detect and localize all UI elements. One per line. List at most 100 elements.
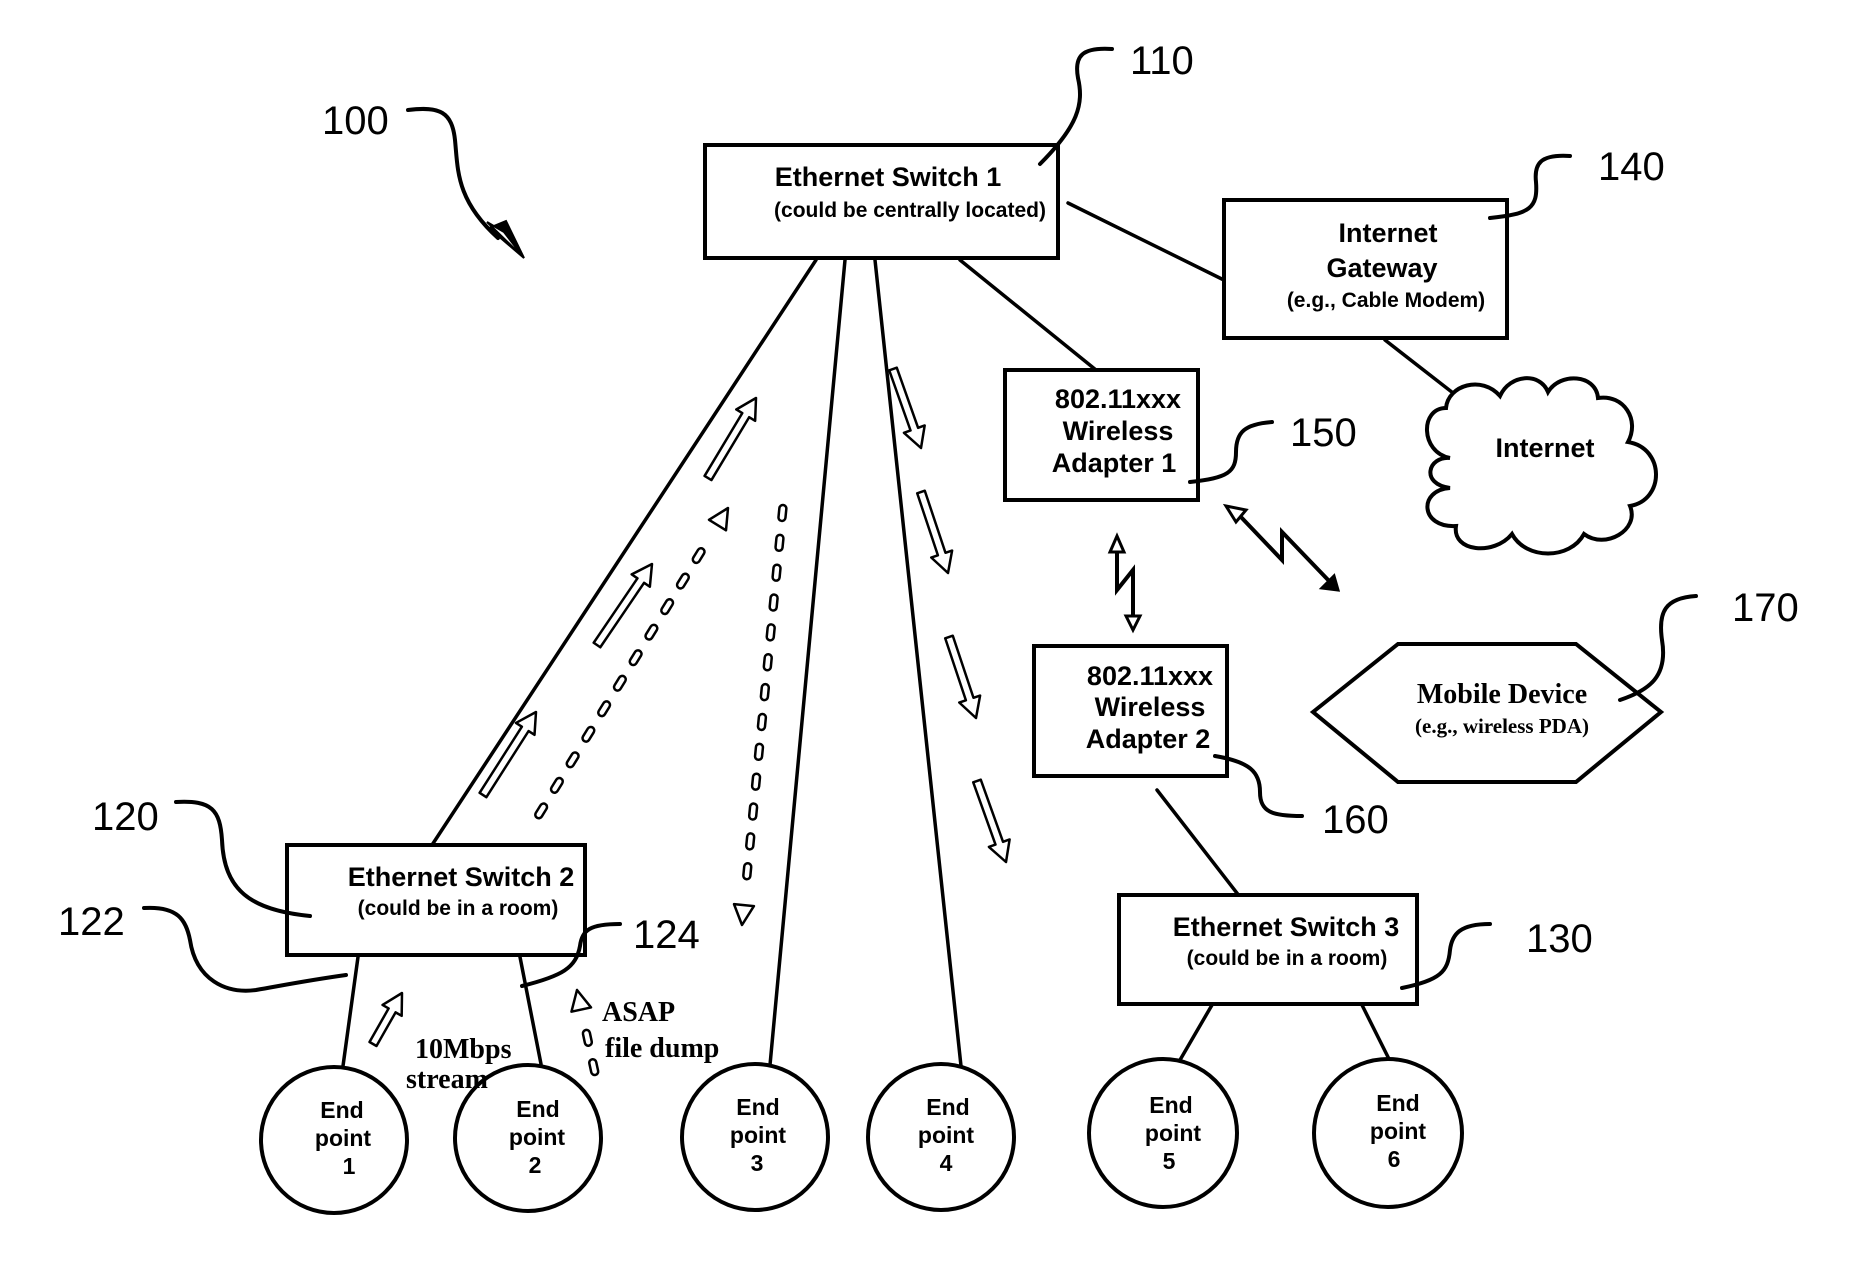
dash-segment bbox=[759, 682, 771, 702]
endpoint-1-line2: point bbox=[315, 1125, 372, 1151]
dash-segment bbox=[581, 1028, 594, 1047]
dash-segment bbox=[756, 712, 768, 732]
down-arrow-icon bbox=[971, 778, 1011, 864]
ref-100: 100 bbox=[322, 99, 389, 143]
wireless-adapter-1[interactable]: 802.11xxx Wireless Adapter 1 bbox=[1003, 368, 1200, 502]
wireless-adapter-2[interactable]: 802.11xxx Wireless Adapter 2 bbox=[1032, 644, 1229, 778]
ref-100-arrowhead bbox=[486, 219, 525, 259]
link-switch1-endpoint3 bbox=[768, 258, 847, 1067]
endpoint-4-line2: point bbox=[918, 1122, 975, 1148]
endpoint-5[interactable]: End point 5 bbox=[1087, 1057, 1239, 1209]
adapter1-line1: 802.11xxx bbox=[1055, 384, 1181, 414]
wireless-bolt-icon bbox=[1115, 548, 1135, 618]
endpoint-4[interactable]: End point 4 bbox=[866, 1062, 1016, 1212]
link-switch2-endpoint2 bbox=[518, 955, 543, 1066]
cloud-icon bbox=[1425, 376, 1658, 556]
network-diagram: Ethernet Switch 1 (could be centrally lo… bbox=[0, 0, 1869, 1265]
dash-segment bbox=[534, 802, 549, 820]
up-arrow-icon bbox=[703, 396, 758, 482]
arrowhead bbox=[570, 988, 593, 1013]
adapter1-line2: Wireless bbox=[1063, 416, 1174, 446]
mobile-title: Mobile Device bbox=[1417, 679, 1587, 710]
dash-segment bbox=[597, 700, 612, 718]
dump-label-line2: file dump bbox=[605, 1033, 719, 1064]
switch2-title: Ethernet Switch 2 bbox=[348, 862, 575, 892]
dash-segment bbox=[549, 776, 565, 794]
ref-130: 130 bbox=[1526, 917, 1593, 961]
dash-segment bbox=[628, 649, 643, 667]
link-switch1-gateway bbox=[1066, 201, 1238, 288]
down-arrow-icon bbox=[943, 634, 982, 720]
dash-segment bbox=[675, 572, 691, 590]
ref-170-leader bbox=[1618, 594, 1698, 702]
dash-segment bbox=[762, 653, 773, 672]
ethernet-switch-3[interactable]: Ethernet Switch 3 (could be in a room) bbox=[1117, 893, 1419, 1006]
dash-segment bbox=[745, 832, 756, 851]
switch3-subtitle: (could be in a room) bbox=[1187, 947, 1388, 970]
arrowhead bbox=[707, 506, 730, 532]
ethernet-switch-1[interactable]: Ethernet Switch 1 (could be centrally lo… bbox=[703, 143, 1060, 260]
up-arrow-icon bbox=[368, 991, 404, 1048]
dash-segment bbox=[768, 593, 779, 612]
ref-122: 122 bbox=[58, 900, 125, 944]
endpoint-3[interactable]: End point 3 bbox=[680, 1062, 830, 1212]
dash-segment bbox=[777, 503, 788, 523]
endpoint-2-number: 2 bbox=[529, 1152, 542, 1178]
switch1-subtitle: (could be centrally located) bbox=[774, 199, 1046, 222]
ref-110: 110 bbox=[1130, 39, 1194, 83]
ref-150: 150 bbox=[1290, 411, 1357, 455]
up-arrow-icon bbox=[478, 710, 538, 799]
adapter2-line2: Wireless bbox=[1095, 692, 1206, 722]
ref-100-leader bbox=[406, 106, 500, 240]
internet-cloud[interactable]: Internet bbox=[1425, 376, 1658, 556]
dashed-down-arrow-icon bbox=[732, 503, 788, 927]
wireless-link-adapter1-mobile bbox=[1222, 503, 1341, 592]
switch2-subtitle: (could be in a room) bbox=[358, 897, 559, 920]
link-adapter2-switch3 bbox=[1155, 788, 1242, 899]
stream-label-line2: stream bbox=[406, 1064, 488, 1095]
stream-label-line1: 10Mbps bbox=[415, 1034, 512, 1065]
dash-segment bbox=[750, 772, 762, 791]
wireless-bolt-icon bbox=[1238, 514, 1334, 586]
endpoint-6-line1: End bbox=[1376, 1090, 1419, 1116]
endpoint-3-line2: point bbox=[730, 1122, 787, 1148]
mobile-device[interactable]: Mobile Device (e.g., wireless PDA) bbox=[1309, 642, 1665, 784]
ethernet-switch-2[interactable]: Ethernet Switch 2 (could be in a room) bbox=[285, 843, 587, 957]
switch3-title: Ethernet Switch 3 bbox=[1173, 912, 1400, 942]
adapter2-line3: Adapter 2 bbox=[1086, 724, 1211, 754]
ref-170: 170 bbox=[1732, 586, 1799, 630]
ref-160: 160 bbox=[1322, 798, 1389, 842]
endpoint-2-line1: End bbox=[516, 1096, 559, 1122]
endpoint-1[interactable]: End point 1 bbox=[259, 1065, 409, 1215]
dash-segment bbox=[581, 725, 596, 743]
dash-segment bbox=[753, 742, 765, 762]
dash-segment bbox=[747, 802, 759, 821]
internet-label: Internet bbox=[1495, 433, 1594, 463]
endpoint-1-line1: End bbox=[320, 1097, 363, 1123]
link-switch3-endpoint5 bbox=[1178, 1003, 1214, 1062]
endpoint-5-line1: End bbox=[1149, 1092, 1192, 1118]
dash-segment bbox=[691, 546, 706, 565]
endpoint-3-line1: End bbox=[736, 1094, 779, 1120]
dash-segment bbox=[771, 563, 782, 582]
endpoint-6-number: 6 bbox=[1388, 1146, 1401, 1172]
endpoint-5-number: 5 bbox=[1163, 1148, 1176, 1174]
dash-segment bbox=[774, 533, 785, 553]
link-switch1-adapter1 bbox=[958, 258, 1098, 372]
mobile-subtitle: (e.g., wireless PDA) bbox=[1415, 714, 1589, 738]
endpoint-1-number: 1 bbox=[343, 1153, 356, 1179]
endpoint-5-line2: point bbox=[1145, 1120, 1202, 1146]
gateway-subtitle: (e.g., Cable Modem) bbox=[1287, 289, 1485, 312]
diagram-canvas: Ethernet Switch 1 (could be centrally lo… bbox=[58, 39, 1799, 1215]
arrowhead bbox=[732, 902, 756, 927]
endpoint-6[interactable]: End point 6 bbox=[1312, 1057, 1464, 1209]
internet-gateway[interactable]: Internet Gateway (e.g., Cable Modem) bbox=[1222, 198, 1509, 340]
adapter1-line3: Adapter 1 bbox=[1052, 448, 1177, 478]
downstream-arrows bbox=[887, 366, 1011, 864]
ref-124: 124 bbox=[633, 913, 700, 957]
ref-150-leader bbox=[1188, 420, 1274, 484]
dash-segment bbox=[644, 623, 659, 641]
dump-label-line1: ASAP bbox=[602, 997, 675, 1028]
dashed-up-arrow-icon bbox=[570, 988, 600, 1077]
dash-segment bbox=[588, 1057, 600, 1077]
